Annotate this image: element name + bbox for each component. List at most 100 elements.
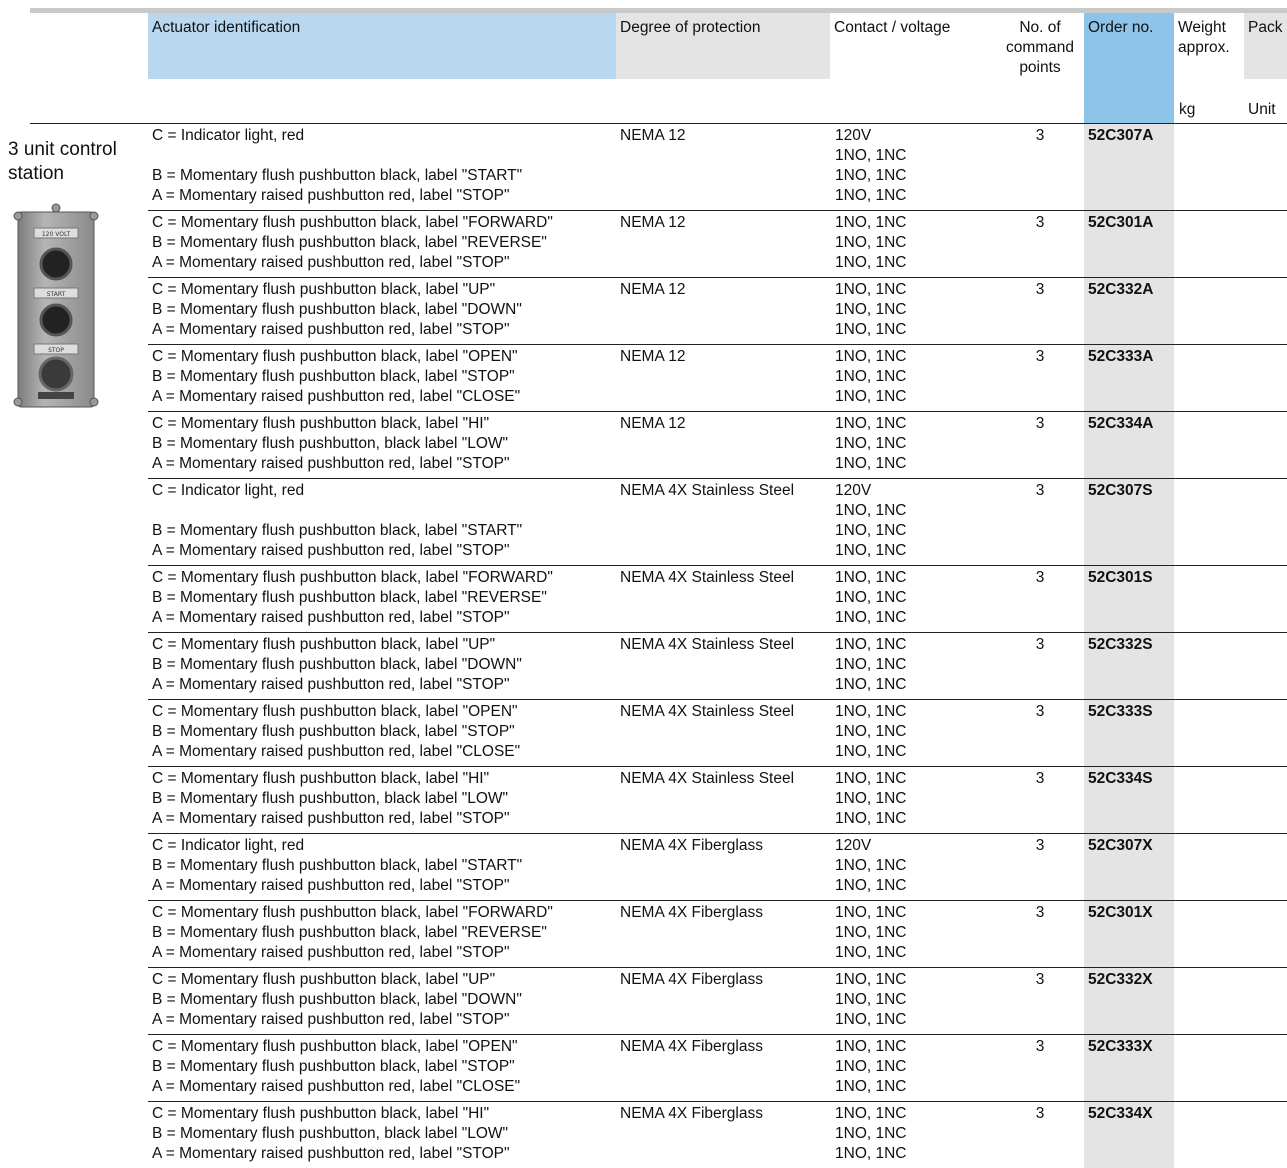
actuator-line: A = Momentary raised pushbutton red, lab… — [152, 1011, 510, 1028]
contact-cell: 120V 1NO, 1NC 1NO, 1NC — [835, 836, 907, 896]
contact-cell: 1NO, 1NC 1NO, 1NC 1NO, 1NC — [835, 635, 907, 695]
contact-line: 1NO, 1NC — [835, 542, 907, 559]
actuator-line — [152, 501, 622, 521]
actuator-line: B = Momentary flush pushbutton black, la… — [152, 723, 515, 740]
actuator-cell: C = Momentary flush pushbutton black, la… — [152, 280, 622, 340]
header-points-line: No. of — [1019, 19, 1061, 36]
contact-line: 1NO, 1NC — [835, 589, 907, 606]
points-cell: 3 — [1035, 214, 1045, 231]
row-divider — [148, 632, 1287, 633]
contact-line: 1NO, 1NC — [835, 877, 907, 894]
header-unit-kg: kg — [1179, 101, 1196, 118]
contact-line: 1NO, 1NC — [835, 415, 907, 432]
contact-line: 1NO, 1NC — [835, 1105, 907, 1122]
actuator-cell: C = Momentary flush pushbutton black, la… — [152, 903, 622, 963]
contact-cell: 1NO, 1NC 1NO, 1NC 1NO, 1NC — [835, 903, 907, 963]
contact-line: 1NO, 1NC — [835, 214, 907, 231]
section-title: 3 unit control station — [8, 138, 117, 186]
contact-cell: 1NO, 1NC 1NO, 1NC 1NO, 1NC — [835, 280, 907, 340]
contact-line: 1NO, 1NC — [835, 1038, 907, 1055]
points-cell: 3 — [1035, 770, 1045, 787]
contact-cell: 1NO, 1NC 1NO, 1NC 1NO, 1NC — [835, 702, 907, 762]
points-cell: 3 — [1035, 348, 1045, 365]
actuator-line: C = Momentary flush pushbutton black, la… — [152, 1038, 518, 1055]
contact-line: 120V — [835, 127, 872, 144]
degree-cell: NEMA 12 — [620, 214, 686, 231]
degree-cell: NEMA 4X Stainless Steel — [620, 569, 795, 586]
actuator-cell: C = Indicator light, red B = Momentary fl… — [152, 836, 622, 896]
degree-cell: NEMA 4X Fiberglass — [620, 837, 763, 854]
actuator-line: A = Momentary raised pushbutton red, lab… — [152, 877, 510, 894]
contact-line: 1NO, 1NC — [835, 857, 907, 874]
actuator-line: B = Momentary flush pushbutton, black la… — [152, 1125, 509, 1142]
contact-line: 1NO, 1NC — [835, 234, 907, 251]
contact-line: 1NO, 1NC — [835, 281, 907, 298]
row-divider — [148, 833, 1287, 834]
degree-cell: NEMA 4X Stainless Steel — [620, 770, 795, 787]
contact-line: 1NO, 1NC — [835, 569, 907, 586]
actuator-line: A = Momentary raised pushbutton red, lab… — [152, 1145, 510, 1162]
degree-cell: NEMA 4X Stainless Steel — [620, 703, 795, 720]
degree-cell: NEMA 4X Stainless Steel — [620, 482, 795, 499]
order-number-cell: 52C332A — [1088, 281, 1154, 298]
actuator-line: A = Momentary raised pushbutton red, lab… — [152, 609, 510, 626]
degree-cell: NEMA 12 — [620, 281, 686, 298]
contact-cell: 1NO, 1NC 1NO, 1NC 1NO, 1NC — [835, 568, 907, 628]
contact-line: 1NO, 1NC — [835, 1145, 907, 1162]
actuator-cell: C = Momentary flush pushbutton black, la… — [152, 970, 622, 1030]
actuator-line: B = Momentary flush pushbutton black, la… — [152, 991, 522, 1008]
contact-line: 120V — [835, 482, 872, 499]
contact-line: 1NO, 1NC — [835, 904, 907, 921]
contact-cell: 120V 1NO, 1NC 1NO, 1NC 1NO, 1NC — [835, 481, 907, 561]
device-label-text: START — [47, 291, 66, 298]
order-number-cell: 52C334X — [1088, 1105, 1153, 1122]
points-cell: 3 — [1035, 1105, 1045, 1122]
actuator-line: C = Momentary flush pushbutton black, la… — [152, 703, 518, 720]
contact-line: 1NO, 1NC — [835, 924, 907, 941]
actuator-line: C = Momentary flush pushbutton black, la… — [152, 971, 496, 988]
row-divider — [148, 1034, 1287, 1035]
order-number-cell: 52C301A — [1088, 214, 1154, 231]
actuator-line: A = Momentary raised pushbutton red, lab… — [152, 254, 510, 271]
contact-line: 1NO, 1NC — [835, 743, 907, 760]
actuator-line: A = Momentary raised pushbutton red, lab… — [152, 388, 521, 405]
points-cell: 3 — [1035, 415, 1045, 432]
points-cell: 3 — [1035, 837, 1045, 854]
actuator-line: A = Momentary raised pushbutton red, lab… — [152, 944, 510, 961]
actuator-line — [152, 146, 622, 166]
header-order-no: Order no. — [1084, 13, 1174, 123]
actuator-line: B = Momentary flush pushbutton black, la… — [152, 924, 547, 941]
actuator-line: A = Momentary raised pushbutton red, lab… — [152, 676, 510, 693]
actuator-line: C = Momentary flush pushbutton black, la… — [152, 569, 553, 586]
row-divider — [148, 699, 1287, 700]
order-number-cell: 52C333X — [1088, 1038, 1153, 1055]
contact-line: 1NO, 1NC — [835, 348, 907, 365]
row-divider — [148, 210, 1287, 211]
contact-cell: 1NO, 1NC 1NO, 1NC 1NO, 1NC — [835, 347, 907, 407]
actuator-line: C = Momentary flush pushbutton black, la… — [152, 1105, 490, 1122]
degree-cell: NEMA 4X Stainless Steel — [620, 636, 795, 653]
header-bottom-rule — [30, 123, 1287, 124]
contact-line: 1NO, 1NC — [835, 1011, 907, 1028]
contact-line: 1NO, 1NC — [835, 810, 907, 827]
actuator-line: B = Momentary flush pushbutton black, la… — [152, 1058, 515, 1075]
degree-cell: NEMA 4X Fiberglass — [620, 1038, 763, 1055]
actuator-line: B = Momentary flush pushbutton black, la… — [152, 522, 523, 539]
row-divider — [148, 478, 1287, 479]
order-number-cell: 52C332S — [1088, 636, 1153, 653]
actuator-cell: C = Momentary flush pushbutton black, la… — [152, 1037, 622, 1097]
actuator-line: B = Momentary flush pushbutton black, la… — [152, 234, 547, 251]
points-cell: 3 — [1035, 703, 1045, 720]
device-label-text: 120 VOLT — [42, 231, 71, 238]
actuator-line: B = Momentary flush pushbutton black, la… — [152, 368, 515, 385]
degree-cell: NEMA 12 — [620, 415, 686, 432]
section-title-line: station — [8, 163, 64, 184]
degree-cell: NEMA 4X Fiberglass — [620, 904, 763, 921]
points-cell: 3 — [1035, 971, 1045, 988]
contact-line: 1NO, 1NC — [835, 723, 907, 740]
control-station-image: 120 VOLT START STOP — [13, 203, 99, 408]
contact-line: 1NO, 1NC — [835, 971, 907, 988]
actuator-cell: C = Momentary flush pushbutton black, la… — [152, 347, 622, 407]
degree-cell: NEMA 4X Fiberglass — [620, 971, 763, 988]
contact-line: 1NO, 1NC — [835, 703, 907, 720]
